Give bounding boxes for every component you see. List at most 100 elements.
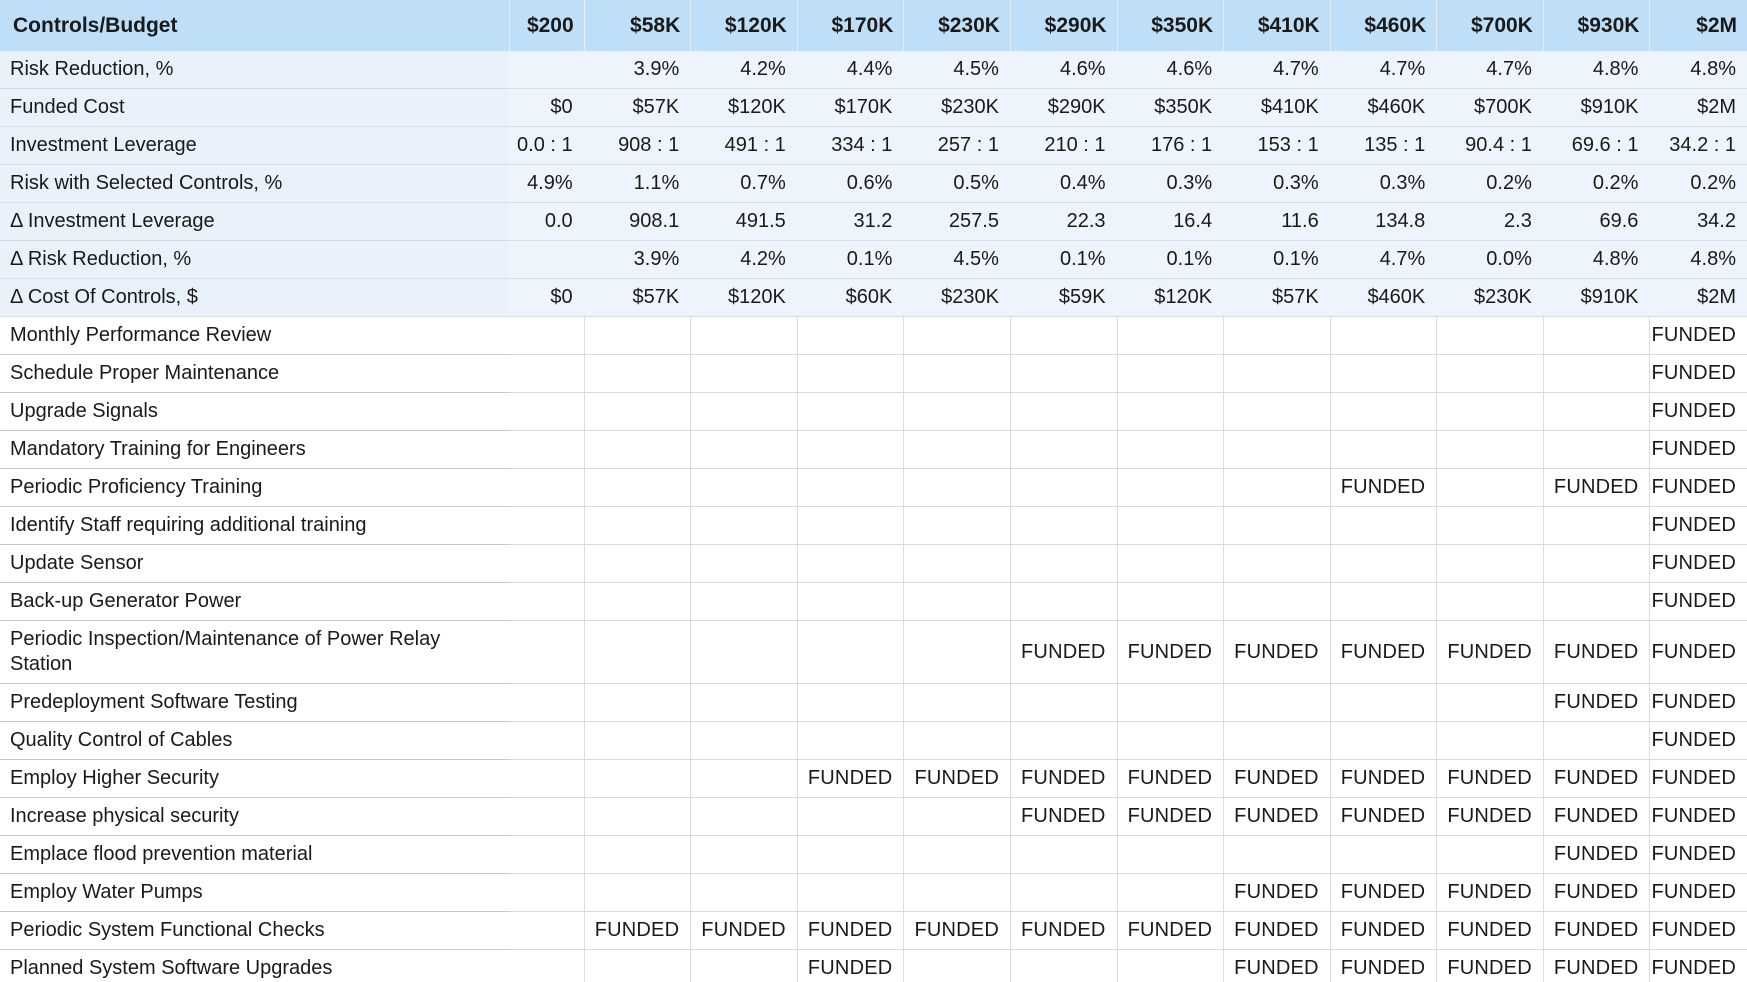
- funding-cell[interactable]: [1436, 506, 1544, 545]
- metric-value-cell[interactable]: 3.9%: [584, 240, 692, 279]
- funding-cell[interactable]: [1010, 316, 1118, 355]
- funding-cell[interactable]: [1330, 430, 1438, 469]
- metric-value-cell[interactable]: 34.2 : 1: [1649, 126, 1747, 165]
- funding-cell[interactable]: FUNDED: [1223, 797, 1331, 836]
- funding-cell[interactable]: [1117, 721, 1225, 760]
- funding-cell[interactable]: [1436, 354, 1544, 393]
- funding-cell[interactable]: FUNDED: [1649, 721, 1747, 760]
- budget-header[interactable]: $700K: [1436, 0, 1544, 51]
- funding-cell[interactable]: [1436, 316, 1544, 355]
- funding-cell[interactable]: [509, 873, 585, 912]
- funding-cell[interactable]: FUNDED: [1649, 797, 1747, 836]
- funding-cell[interactable]: [1010, 354, 1118, 393]
- metric-value-cell[interactable]: $290K: [1010, 88, 1118, 127]
- funding-cell[interactable]: [1117, 835, 1225, 874]
- funding-cell[interactable]: [1010, 721, 1118, 760]
- budget-header[interactable]: $230K: [903, 0, 1011, 51]
- funding-cell[interactable]: [903, 835, 1011, 874]
- funding-cell[interactable]: [1543, 506, 1651, 545]
- funding-cell[interactable]: [1117, 392, 1225, 431]
- metric-value-cell[interactable]: 257 : 1: [903, 126, 1011, 165]
- metric-value-cell[interactable]: $230K: [903, 278, 1011, 317]
- funding-cell[interactable]: FUNDED: [1436, 949, 1544, 982]
- metric-value-cell[interactable]: [509, 240, 585, 279]
- funding-cell[interactable]: [797, 392, 905, 431]
- funding-cell[interactable]: [584, 797, 692, 836]
- metric-value-cell[interactable]: 4.5%: [903, 240, 1011, 279]
- funding-cell[interactable]: [1010, 582, 1118, 621]
- funding-cell[interactable]: FUNDED: [1117, 797, 1225, 836]
- funding-cell[interactable]: FUNDED: [797, 949, 905, 982]
- funding-cell[interactable]: [690, 430, 798, 469]
- funding-cell[interactable]: FUNDED: [584, 911, 692, 950]
- funding-cell[interactable]: [690, 835, 798, 874]
- funding-cell[interactable]: FUNDED: [1010, 620, 1118, 684]
- metric-value-cell[interactable]: 1.1%: [584, 164, 692, 203]
- metric-value-cell[interactable]: 22.3: [1010, 202, 1118, 241]
- funding-cell[interactable]: [584, 949, 692, 982]
- funding-cell[interactable]: FUNDED: [1649, 683, 1747, 722]
- funding-cell[interactable]: [584, 759, 692, 798]
- funding-cell[interactable]: [690, 620, 798, 684]
- funding-cell[interactable]: [1436, 721, 1544, 760]
- metric-value-cell[interactable]: 16.4: [1117, 202, 1225, 241]
- metric-value-cell[interactable]: 0.0%: [1436, 240, 1544, 279]
- funding-cell[interactable]: [584, 430, 692, 469]
- funding-cell[interactable]: [903, 721, 1011, 760]
- funding-cell[interactable]: FUNDED: [1649, 835, 1747, 874]
- metric-value-cell[interactable]: $910K: [1543, 278, 1651, 317]
- metric-value-cell[interactable]: 210 : 1: [1010, 126, 1118, 165]
- funding-cell[interactable]: [584, 392, 692, 431]
- funding-cell[interactable]: [797, 835, 905, 874]
- funding-cell[interactable]: FUNDED: [1223, 759, 1331, 798]
- funding-cell[interactable]: FUNDED: [797, 911, 905, 950]
- funding-cell[interactable]: FUNDED: [1330, 911, 1438, 950]
- metric-value-cell[interactable]: 90.4 : 1: [1436, 126, 1544, 165]
- funding-cell[interactable]: FUNDED: [1436, 911, 1544, 950]
- funding-cell[interactable]: [584, 620, 692, 684]
- funding-cell[interactable]: [509, 683, 585, 722]
- funding-cell[interactable]: [690, 949, 798, 982]
- metric-value-cell[interactable]: 69.6: [1543, 202, 1651, 241]
- metric-value-cell[interactable]: 0.6%: [797, 164, 905, 203]
- metric-value-cell[interactable]: 31.2: [797, 202, 905, 241]
- funding-cell[interactable]: [1117, 949, 1225, 982]
- metric-value-cell[interactable]: 4.6%: [1010, 51, 1118, 89]
- metric-value-cell[interactable]: 4.8%: [1543, 51, 1651, 89]
- metric-value-cell[interactable]: 34.2: [1649, 202, 1747, 241]
- funding-cell[interactable]: [584, 468, 692, 507]
- funding-cell[interactable]: [1223, 721, 1331, 760]
- metric-value-cell[interactable]: 4.7%: [1330, 240, 1438, 279]
- funding-cell[interactable]: FUNDED: [690, 911, 798, 950]
- funding-cell[interactable]: [509, 721, 585, 760]
- funding-cell[interactable]: [509, 468, 585, 507]
- funding-cell[interactable]: [509, 354, 585, 393]
- budget-header[interactable]: $200: [509, 0, 585, 51]
- funding-cell[interactable]: [1117, 582, 1225, 621]
- funding-cell[interactable]: [1223, 430, 1331, 469]
- funding-cell[interactable]: [903, 873, 1011, 912]
- metric-value-cell[interactable]: 0.3%: [1223, 164, 1331, 203]
- funding-cell[interactable]: [1010, 430, 1118, 469]
- funding-cell[interactable]: [690, 544, 798, 583]
- metric-value-cell[interactable]: $410K: [1223, 88, 1331, 127]
- funding-cell[interactable]: [1010, 506, 1118, 545]
- funding-cell[interactable]: [1223, 316, 1331, 355]
- funding-cell[interactable]: [690, 582, 798, 621]
- metric-value-cell[interactable]: 4.7%: [1436, 51, 1544, 89]
- funding-cell[interactable]: [509, 392, 585, 431]
- funding-cell[interactable]: FUNDED: [1649, 316, 1747, 355]
- metric-value-cell[interactable]: $60K: [797, 278, 905, 317]
- metric-value-cell[interactable]: $120K: [690, 278, 798, 317]
- metric-value-cell[interactable]: 135 : 1: [1330, 126, 1438, 165]
- funding-cell[interactable]: [1436, 683, 1544, 722]
- budget-header[interactable]: $58K: [584, 0, 692, 51]
- funding-cell[interactable]: [509, 911, 585, 950]
- funding-cell[interactable]: [1010, 683, 1118, 722]
- metric-value-cell[interactable]: 0.4%: [1010, 164, 1118, 203]
- metric-value-cell[interactable]: 4.8%: [1543, 240, 1651, 279]
- metric-value-cell[interactable]: 0.7%: [690, 164, 798, 203]
- funding-cell[interactable]: [1223, 835, 1331, 874]
- funding-cell[interactable]: [690, 759, 798, 798]
- funding-cell[interactable]: [797, 620, 905, 684]
